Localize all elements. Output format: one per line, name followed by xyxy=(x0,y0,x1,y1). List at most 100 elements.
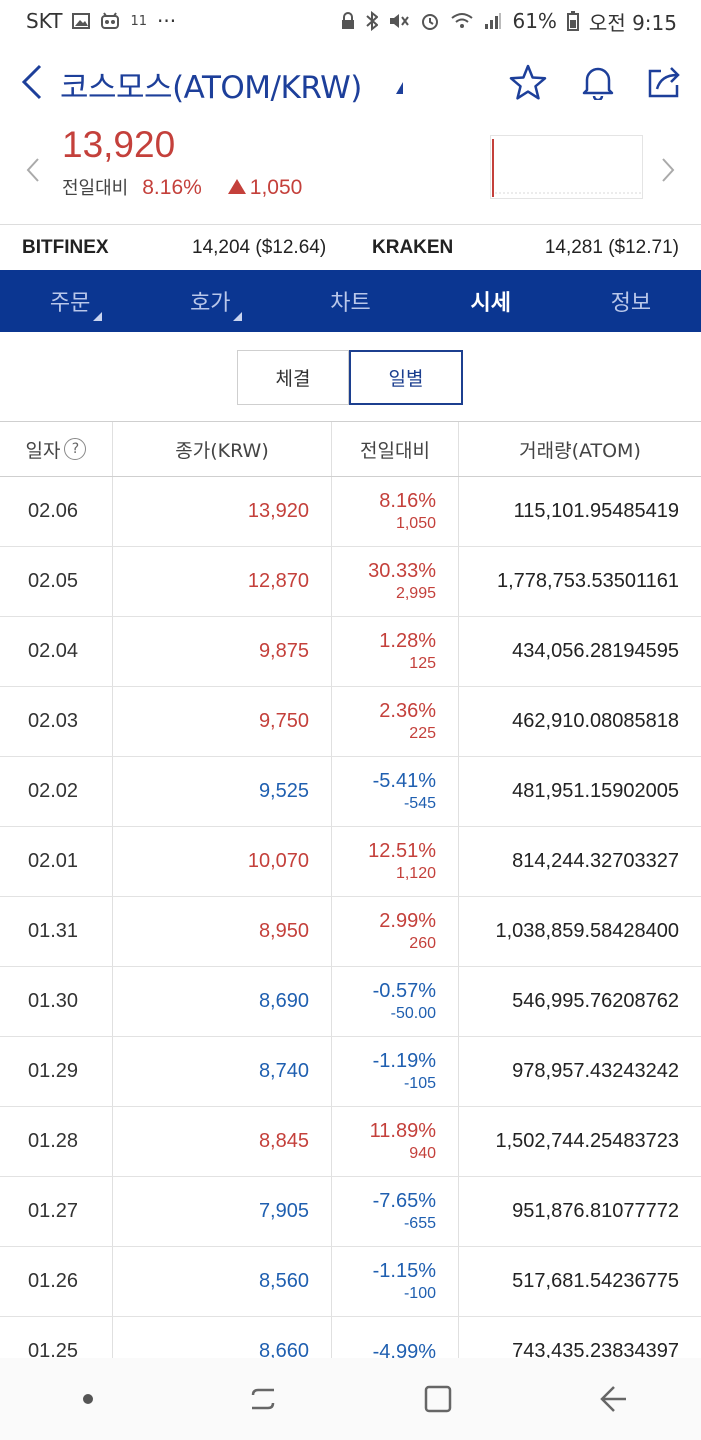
mini-chart[interactable] xyxy=(490,135,643,199)
tab-chart[interactable]: 차트 xyxy=(280,270,420,332)
change-amount: 1,050 xyxy=(249,176,303,199)
row-change-amount: 260 xyxy=(409,934,436,952)
row-change: -1.19% -105 xyxy=(332,1037,459,1106)
column-header-label: 일자 xyxy=(25,439,61,462)
row-close-price: 9,750 xyxy=(113,687,332,756)
change-percent: 8.16% xyxy=(142,176,202,199)
row-date: 01.28 xyxy=(0,1107,113,1176)
row-change-percent: -1.15% xyxy=(372,1259,436,1282)
recent-apps-icon xyxy=(251,1388,275,1410)
row-change-amount: -100 xyxy=(403,1284,436,1302)
table-row[interactable]: 02.06 13,920 8.16% 1,050 115,101.95485419 xyxy=(0,477,701,547)
table-row[interactable]: 01.31 8,950 2.99% 260 1,038,859.58428400 xyxy=(0,897,701,967)
daily-price-table[interactable]: 일자 ? 종가(KRW) 전일대비 거래량(ATOM) 02.06 13,920 8… xyxy=(0,421,701,1358)
bluetooth-icon xyxy=(366,11,379,31)
title-dropdown-icon[interactable] xyxy=(396,82,403,94)
row-change-percent: 2.36% xyxy=(379,699,436,722)
row-volume: 1,502,744.25483723 xyxy=(495,1130,679,1152)
table-row[interactable]: 01.28 8,845 11.89% 940 1,502,744.25483723 xyxy=(0,1107,701,1177)
price-change: 전일대비 8.16% 1,050 xyxy=(62,174,302,200)
row-change: 1.28% 125 xyxy=(332,617,459,686)
trades-toggle-button[interactable]: 체결 xyxy=(237,350,349,405)
table-row[interactable]: 02.01 10,070 12.51% 1,120 814,244.32703327 xyxy=(0,827,701,897)
more-notifications-icon: ··· xyxy=(157,9,177,33)
row-date: 02.02 xyxy=(0,757,113,826)
table-row[interactable]: 02.02 9,525 -5.41% -545 481,951.15902005 xyxy=(0,757,701,827)
row-change-percent: -4.99% xyxy=(372,1340,436,1359)
row-change: -4.99% xyxy=(332,1317,459,1358)
row-volume: 546,995.76208762 xyxy=(512,990,679,1012)
table-row[interactable]: 01.26 8,560 -1.15% -100 517,681.54236775 xyxy=(0,1247,701,1317)
exchange-name: BITFINEX xyxy=(22,236,109,258)
row-date: 02.01 xyxy=(0,827,113,896)
exchange-name: KRAKEN xyxy=(372,236,454,258)
tab-market-price[interactable]: 시세 xyxy=(421,270,561,332)
row-change: 11.89% 940 xyxy=(332,1107,459,1176)
tab-info[interactable]: 정보 xyxy=(561,270,701,332)
table-row[interactable]: 02.03 9,750 2.36% 225 462,910.08085818 xyxy=(0,687,701,757)
tab-label: 정보 xyxy=(610,291,652,316)
table-row[interactable]: 01.27 7,905 -7.65% -655 951,876.81077772 xyxy=(0,1177,701,1247)
row-volume: 517,681.54236775 xyxy=(512,1270,679,1292)
nav-dot-button[interactable] xyxy=(66,1377,110,1421)
row-date: 01.30 xyxy=(0,967,113,1036)
row-volume: 434,056.28194595 xyxy=(512,640,679,662)
dot-icon xyxy=(82,1394,93,1404)
system-nav-bar xyxy=(0,1358,701,1440)
recent-apps-button[interactable] xyxy=(241,1377,285,1421)
row-change: 2.99% 260 xyxy=(332,897,459,966)
tab-dropdown-icon xyxy=(233,312,243,321)
status-bar: SKT 11 ··· 61% 오전 9:15 xyxy=(0,0,701,42)
row-change: 30.33% 2,995 xyxy=(332,547,459,616)
back-button[interactable] xyxy=(14,62,50,102)
row-volume: 115,101.95485419 xyxy=(513,500,679,522)
table-row[interactable]: 01.29 8,740 -1.19% -105 978,957.43243242 xyxy=(0,1037,701,1107)
previous-coin-button[interactable] xyxy=(18,150,48,190)
change-label: 전일대비 xyxy=(62,178,129,199)
gallery-icon xyxy=(72,13,91,29)
row-volume: 743,435.23834397 xyxy=(512,1340,679,1358)
row-change-amount: 1,050 xyxy=(395,514,436,532)
back-nav-button[interactable] xyxy=(591,1377,635,1421)
up-triangle-icon xyxy=(227,179,246,194)
help-icon[interactable]: ? xyxy=(64,438,87,460)
table-row[interactable]: 02.04 9,875 1.28% 125 434,056.28194595 xyxy=(0,617,701,687)
favorite-star-button[interactable] xyxy=(508,62,548,102)
row-date: 02.06 xyxy=(0,477,113,546)
row-date: 01.26 xyxy=(0,1247,113,1316)
row-close-price: 8,560 xyxy=(113,1247,332,1316)
share-button[interactable] xyxy=(645,62,685,102)
view-toggle: 체결 일별 xyxy=(237,350,463,405)
row-close-price: 9,875 xyxy=(113,617,332,686)
row-close-price: 8,690 xyxy=(113,967,332,1036)
row-change-amount: 940 xyxy=(409,1144,436,1162)
home-button[interactable] xyxy=(416,1377,460,1421)
row-change-percent: 1.28% xyxy=(379,629,436,652)
mute-icon xyxy=(388,11,410,31)
table-row[interactable]: 02.05 12,870 30.33% 2,995 1,778,753.53501161 xyxy=(0,547,701,617)
row-date: 01.25 xyxy=(0,1317,113,1358)
alert-button[interactable] xyxy=(578,62,618,102)
row-close-price: 8,845 xyxy=(113,1107,332,1176)
tab-order[interactable]: 주문 xyxy=(0,270,140,332)
tab-label: 차트 xyxy=(330,291,371,316)
row-change-amount: -50.00 xyxy=(390,1004,436,1022)
row-change-amount: 1,120 xyxy=(395,864,436,882)
exchange-price: 14,281 ($12.71) xyxy=(544,236,679,258)
table-row[interactable]: 01.30 8,690 -0.57% -50.00 546,995.76208762 xyxy=(0,967,701,1037)
chevron-left-icon xyxy=(21,64,42,100)
next-coin-button[interactable] xyxy=(653,150,683,190)
tab-orderbook[interactable]: 호가 xyxy=(140,270,280,332)
battery-icon xyxy=(566,11,579,31)
row-close-price: 8,660 xyxy=(113,1317,332,1358)
row-change: 2.36% 225 xyxy=(332,687,459,756)
row-change-percent: 30.33% xyxy=(368,559,436,582)
row-change-amount: -105 xyxy=(403,1074,436,1092)
daily-toggle-button[interactable]: 일별 xyxy=(349,350,463,405)
row-date: 01.29 xyxy=(0,1037,113,1106)
row-close-price: 7,905 xyxy=(113,1177,332,1246)
page-title[interactable]: 코스모스(ATOM/KRW) xyxy=(60,62,362,107)
row-change: -7.65% -655 xyxy=(332,1177,459,1246)
table-row[interactable]: 01.25 8,660 -4.99% 743,435.23834397 xyxy=(0,1317,701,1358)
row-change-percent: 11.89% xyxy=(369,1119,436,1142)
